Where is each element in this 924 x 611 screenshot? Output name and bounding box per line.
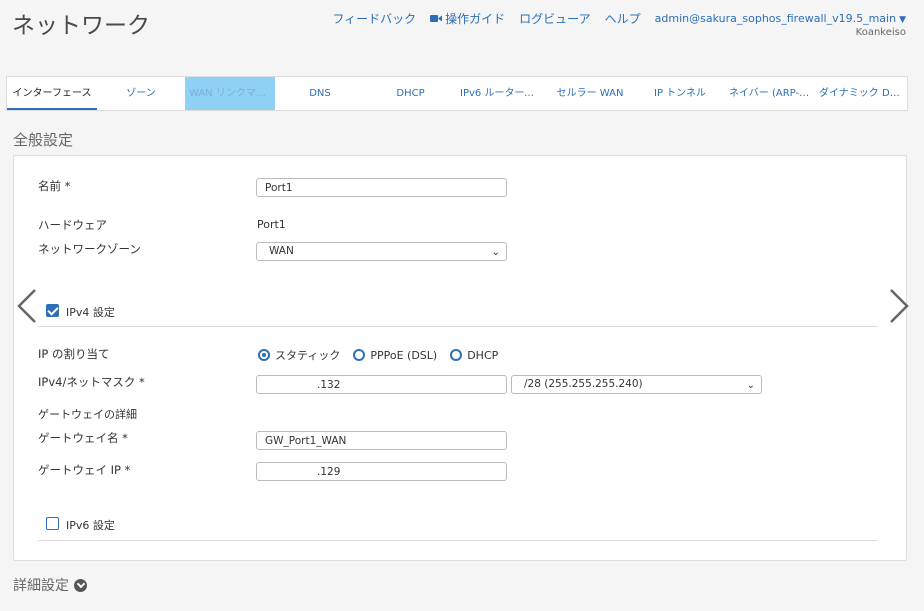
name-input[interactable] [256, 178, 507, 197]
tab-dynamic-dns[interactable]: ダイナミック DNS [815, 77, 907, 110]
radio-dhcp-label: DHCP [467, 348, 499, 362]
gateway-name-label: ゲートウェイ名 * [38, 431, 128, 445]
ip-assignment-label: IP の割り当て [38, 347, 110, 361]
ipv6-checkbox[interactable] [46, 517, 59, 530]
help-link[interactable]: ヘルプ [605, 10, 641, 27]
guide-link[interactable]: 操作ガイド [430, 10, 505, 27]
hardware-value: Port1 [257, 218, 286, 231]
network-zone-label: ネットワークゾーン [38, 242, 141, 256]
video-camera-icon [430, 15, 443, 22]
tab-dhcp[interactable]: DHCP [365, 77, 456, 110]
tab-neighbors[interactable]: ネイバー (ARP-N... [725, 77, 815, 110]
tab-dns[interactable]: DNS [275, 77, 365, 110]
general-settings-panel: 名前 * ハードウェア Port1 ネットワークゾーン WAN ⌄ IPv4 設… [13, 155, 907, 561]
tab-ip-tunnel[interactable]: IP トンネル [635, 77, 725, 110]
radio-pppoe-label: PPPoE (DSL) [370, 348, 438, 362]
radio-pppoe[interactable]: PPPoE (DSL) [353, 349, 437, 362]
netmask-value: /28 (255.255.255.240) [524, 378, 643, 390]
feedback-link[interactable]: フィードバック [332, 10, 416, 27]
gateway-detail-label: ゲートウェイの詳細 [38, 408, 137, 421]
radio-static-button [258, 349, 270, 361]
user-menu[interactable]: admin@sakura_sophos_firewall_v19.5_main ▼ [655, 12, 906, 25]
tab-ipv6-router[interactable]: IPv6 ルーターア... [456, 77, 545, 110]
tenant-name: Koankeiso [855, 27, 906, 38]
netmask-select[interactable]: /28 (255.255.255.240) ⌄ [511, 375, 762, 394]
header-links: フィードバック 操作ガイド ログビューア ヘルプ admin@sakura_so… [318, 10, 906, 27]
hardware-label: ハードウェア [38, 218, 107, 232]
ipv4-netmask-label: IPv4/ネットマスク * [38, 375, 145, 389]
radio-pppoe-button [353, 349, 366, 361]
tab-cellular-wan[interactable]: セルラー WAN [545, 77, 635, 110]
gateway-ip-label: ゲートウェイ IP * [38, 463, 131, 477]
user-name: admin@sakura_sophos_firewall_v19.5_main [654, 12, 897, 25]
ipv4-divider [38, 326, 878, 327]
network-zone-value: WAN [269, 245, 294, 257]
general-settings-title: 全般設定 [13, 131, 74, 149]
gateway-name-input[interactable] [256, 431, 507, 450]
gateway-ip-input[interactable] [256, 462, 507, 481]
ipv4-label: IPv4 設定 [66, 306, 115, 319]
radio-dhcp[interactable]: DHCP [450, 349, 498, 362]
ipv4-checkbox[interactable] [46, 304, 59, 317]
ipv4-address-input[interactable] [256, 375, 507, 394]
chevron-left-icon[interactable] [16, 288, 38, 324]
page-title: ネットワーク [12, 13, 150, 39]
chevron-circle-down-icon [74, 578, 87, 592]
guide-link-label: 操作ガイド [445, 12, 506, 26]
name-label: 名前 * [38, 179, 71, 193]
ipv6-divider [38, 540, 878, 541]
tab-interfaces[interactable]: インターフェース [7, 77, 97, 110]
ip-assignment-radio-group: スタティック PPPoE (DSL) DHCP [258, 347, 511, 363]
ipv6-label: IPv6 設定 [66, 519, 115, 532]
chevron-right-icon[interactable] [888, 288, 910, 324]
radio-static[interactable]: スタティック [258, 347, 340, 363]
chevron-down-icon: ⌄ [746, 380, 755, 391]
network-zone-select[interactable]: WAN ⌄ [256, 242, 507, 261]
tab-wan-link-manager[interactable]: WAN リンクマネ... [185, 77, 275, 110]
tab-zones[interactable]: ゾーン [97, 77, 185, 110]
chevron-down-icon: ⌄ [491, 247, 500, 258]
advanced-settings-toggle[interactable]: 詳細設定 [13, 575, 87, 595]
log-viewer-link[interactable]: ログビューア [519, 10, 591, 27]
advanced-settings-title: 詳細設定 [13, 578, 69, 594]
radio-static-label: スタティック [275, 349, 341, 362]
radio-dhcp-button [450, 349, 463, 361]
caret-down-icon: ▼ [899, 15, 906, 25]
tab-bar: インターフェース ゾーン WAN リンクマネ... DNS DHCP IPv6 … [6, 76, 908, 111]
